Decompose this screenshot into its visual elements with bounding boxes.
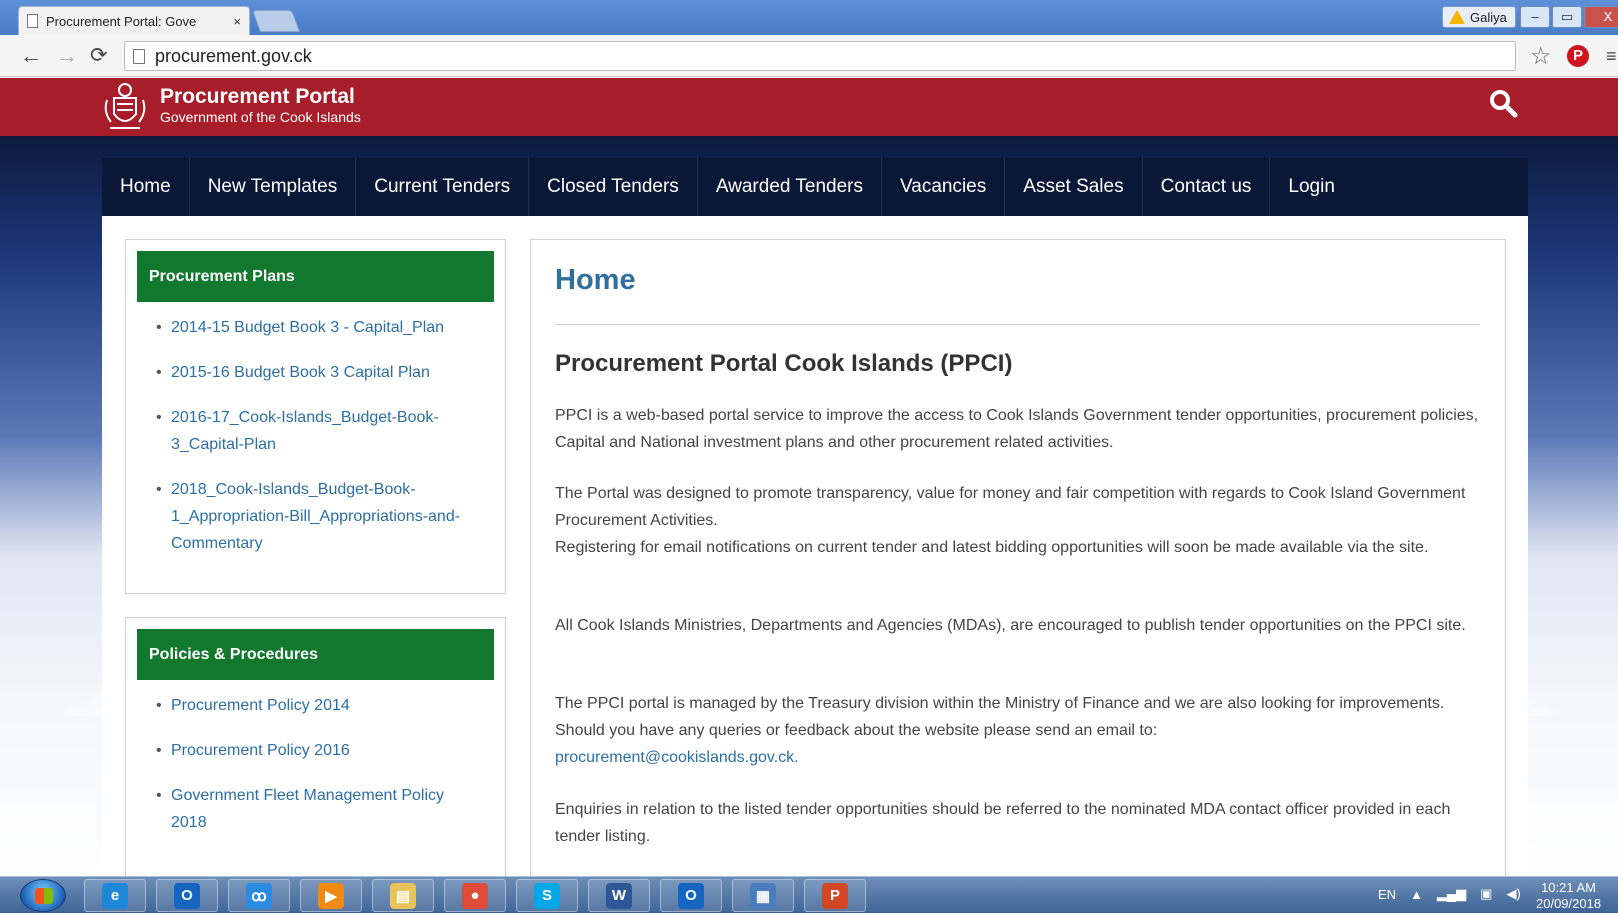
clock[interactable]: 10:21 AM 20/09/2018 xyxy=(1536,880,1601,912)
profile-name: Galiya xyxy=(1470,9,1507,25)
taskbar-app-button[interactable]: P xyxy=(804,879,866,912)
word-icon: W xyxy=(606,882,632,909)
pinterest-icon[interactable]: P xyxy=(1567,45,1589,67)
nav-login[interactable]: Login xyxy=(1270,158,1353,216)
paragraph: All Cook Islands Ministries, Departments… xyxy=(555,617,1466,634)
windows-logo-icon xyxy=(35,888,53,904)
procurement-plans-panel: Procurement Plans 2014-15 Budget Book 3 … xyxy=(125,239,506,594)
site-header: Procurement Portal Government of the Coo… xyxy=(0,78,1618,136)
outlook-icon: O xyxy=(174,882,200,909)
language-indicator[interactable]: EN xyxy=(1378,887,1396,902)
file-explorer-icon: ▤ xyxy=(390,882,416,909)
taskbar-app-button[interactable]: ● xyxy=(444,879,506,912)
main-nav: Home New Templates Current Tenders Close… xyxy=(102,158,1528,216)
page-icon xyxy=(27,14,38,28)
taskbar: e Oꝏ ▶ ▤ ● S W O ▦ P EN ▲ ▂▄▆ ▣ ◀) 10:21 AM 20/09… xyxy=(0,876,1618,913)
close-tab-icon[interactable]: × xyxy=(233,14,241,29)
url-text: procurement.gov.ck xyxy=(155,45,312,66)
taskbar-app-button[interactable]: ▦ xyxy=(732,879,794,912)
taskbar-app-button[interactable]: S xyxy=(516,879,578,912)
policies-list: Procurement Policy 2014 Procurement Poli… xyxy=(156,692,491,836)
plan-link[interactable]: 2014-15 Budget Book 3 - Capital_Plan xyxy=(156,314,491,341)
clock-date: 20/09/2018 xyxy=(1536,896,1602,911)
nav-vacancies[interactable]: Vacancies xyxy=(882,158,1006,216)
control-panel-icon: ▦ xyxy=(750,882,776,909)
paragraph: The Portal was designed to promote trans… xyxy=(555,485,1466,529)
panel-heading: Policies & Procedures xyxy=(137,629,494,680)
paragraph: Registering for email notifications on c… xyxy=(555,539,1429,556)
lync-icon: ꝏ xyxy=(246,882,272,909)
menu-icon[interactable]: ≡ xyxy=(1606,46,1617,67)
profile-button[interactable]: Galiya xyxy=(1442,6,1516,28)
taskbar-app-button[interactable]: O xyxy=(660,879,722,912)
internet-explorer-icon: e xyxy=(102,882,128,909)
paragraph: The PPCI portal is managed by the Treasu… xyxy=(555,690,1480,771)
nav-contact-us[interactable]: Contact us xyxy=(1143,158,1271,216)
plan-link[interactable]: 2018_Cook-Islands_Budget-Book-1_Appropri… xyxy=(156,476,476,557)
back-icon[interactable]: ← xyxy=(20,43,42,69)
reload-icon[interactable]: ⟳ xyxy=(90,43,108,68)
chrome-icon: ● xyxy=(462,882,488,909)
nav-awarded-tenders[interactable]: Awarded Tenders xyxy=(698,158,882,216)
system-tray: EN ▲ ▂▄▆ ▣ ◀) xyxy=(1378,886,1521,902)
url-input[interactable]: procurement.gov.ck xyxy=(124,41,1516,71)
show-hidden-icons-icon[interactable]: ▲ xyxy=(1410,887,1423,902)
outlook-2-icon: O xyxy=(678,882,704,909)
page-title: Home xyxy=(555,264,636,296)
procurement-plans-list: 2014-15 Budget Book 3 - Capital_Plan 201… xyxy=(156,314,491,557)
nav-current-tenders[interactable]: Current Tenders xyxy=(356,158,530,216)
browser-tab-bar: Procurement Portal: Gove × Galiya – ▭ X xyxy=(0,0,1618,35)
power-icon[interactable]: ▣ xyxy=(1480,886,1492,902)
policy-link[interactable]: Procurement Policy 2016 xyxy=(156,737,491,764)
nav-closed-tenders[interactable]: Closed Tenders xyxy=(529,158,698,216)
network-icon[interactable]: ▂▄▆ xyxy=(1437,886,1466,902)
plan-link[interactable]: 2015-16 Budget Book 3 Capital Plan xyxy=(156,359,491,386)
nav-home[interactable]: Home xyxy=(102,158,190,216)
media-player-icon: ▶ xyxy=(318,882,344,909)
taskbar-app-button[interactable]: O xyxy=(156,879,218,912)
paragraph-text: The PPCI portal is managed by the Treasu… xyxy=(555,695,1445,739)
site-subtitle: Government of the Cook Islands xyxy=(160,109,361,125)
search-icon[interactable] xyxy=(1488,88,1518,118)
volume-icon[interactable]: ◀) xyxy=(1506,886,1520,902)
clock-time: 10:21 AM xyxy=(1541,880,1596,895)
site-title[interactable]: Procurement Portal xyxy=(160,85,355,109)
powerpoint-icon: P xyxy=(822,882,848,909)
panel-heading: Procurement Plans xyxy=(137,251,494,302)
taskbar-app-button[interactable]: ꝏ xyxy=(228,879,290,912)
page-subtitle: Procurement Portal Cook Islands (PPCI) xyxy=(555,350,1013,377)
forward-icon[interactable]: → xyxy=(56,43,78,69)
taskbar-app-button[interactable]: ▤ xyxy=(372,879,434,912)
close-window-button[interactable]: X xyxy=(1584,6,1618,28)
taskbar-app-button[interactable]: e xyxy=(84,879,146,912)
policies-procedures-panel: Policies & Procedures Procurement Policy… xyxy=(125,617,506,879)
warning-icon xyxy=(1449,10,1465,24)
policy-link[interactable]: Government Fleet Management Policy 2018 xyxy=(156,782,476,836)
plan-link[interactable]: 2016-17_Cook-Islands_Budget-Book-3_Capit… xyxy=(156,404,476,458)
taskbar-app-button[interactable]: W xyxy=(588,879,650,912)
tab-title: Procurement Portal: Gove xyxy=(46,13,197,29)
email-link[interactable]: procurement@cookislands.gov.ck. xyxy=(555,749,799,766)
maximize-button[interactable]: ▭ xyxy=(1552,6,1582,28)
minimize-button[interactable]: – xyxy=(1520,6,1550,28)
skype-icon: S xyxy=(534,882,560,909)
coat-of-arms-icon[interactable] xyxy=(102,80,148,134)
bookmark-star-icon[interactable]: ☆ xyxy=(1530,42,1552,71)
intro-paragraph: PPCI is a web-based portal service to im… xyxy=(555,407,1479,451)
divider xyxy=(555,324,1480,325)
page-icon xyxy=(133,48,145,64)
address-bar: ← → ⟳ procurement.gov.ck ☆ P ≡ xyxy=(0,35,1618,77)
taskbar-app-button[interactable]: ▶ xyxy=(300,879,362,912)
start-button[interactable] xyxy=(20,879,66,912)
nav-asset-sales[interactable]: Asset Sales xyxy=(1005,158,1143,216)
policy-link[interactable]: Procurement Policy 2014 xyxy=(156,692,491,719)
browser-tab[interactable]: Procurement Portal: Gove × xyxy=(18,6,250,35)
nav-new-templates[interactable]: New Templates xyxy=(190,158,357,216)
new-tab-button[interactable] xyxy=(251,10,301,32)
paragraph: Enquiries in relation to the listed tend… xyxy=(555,801,1451,845)
